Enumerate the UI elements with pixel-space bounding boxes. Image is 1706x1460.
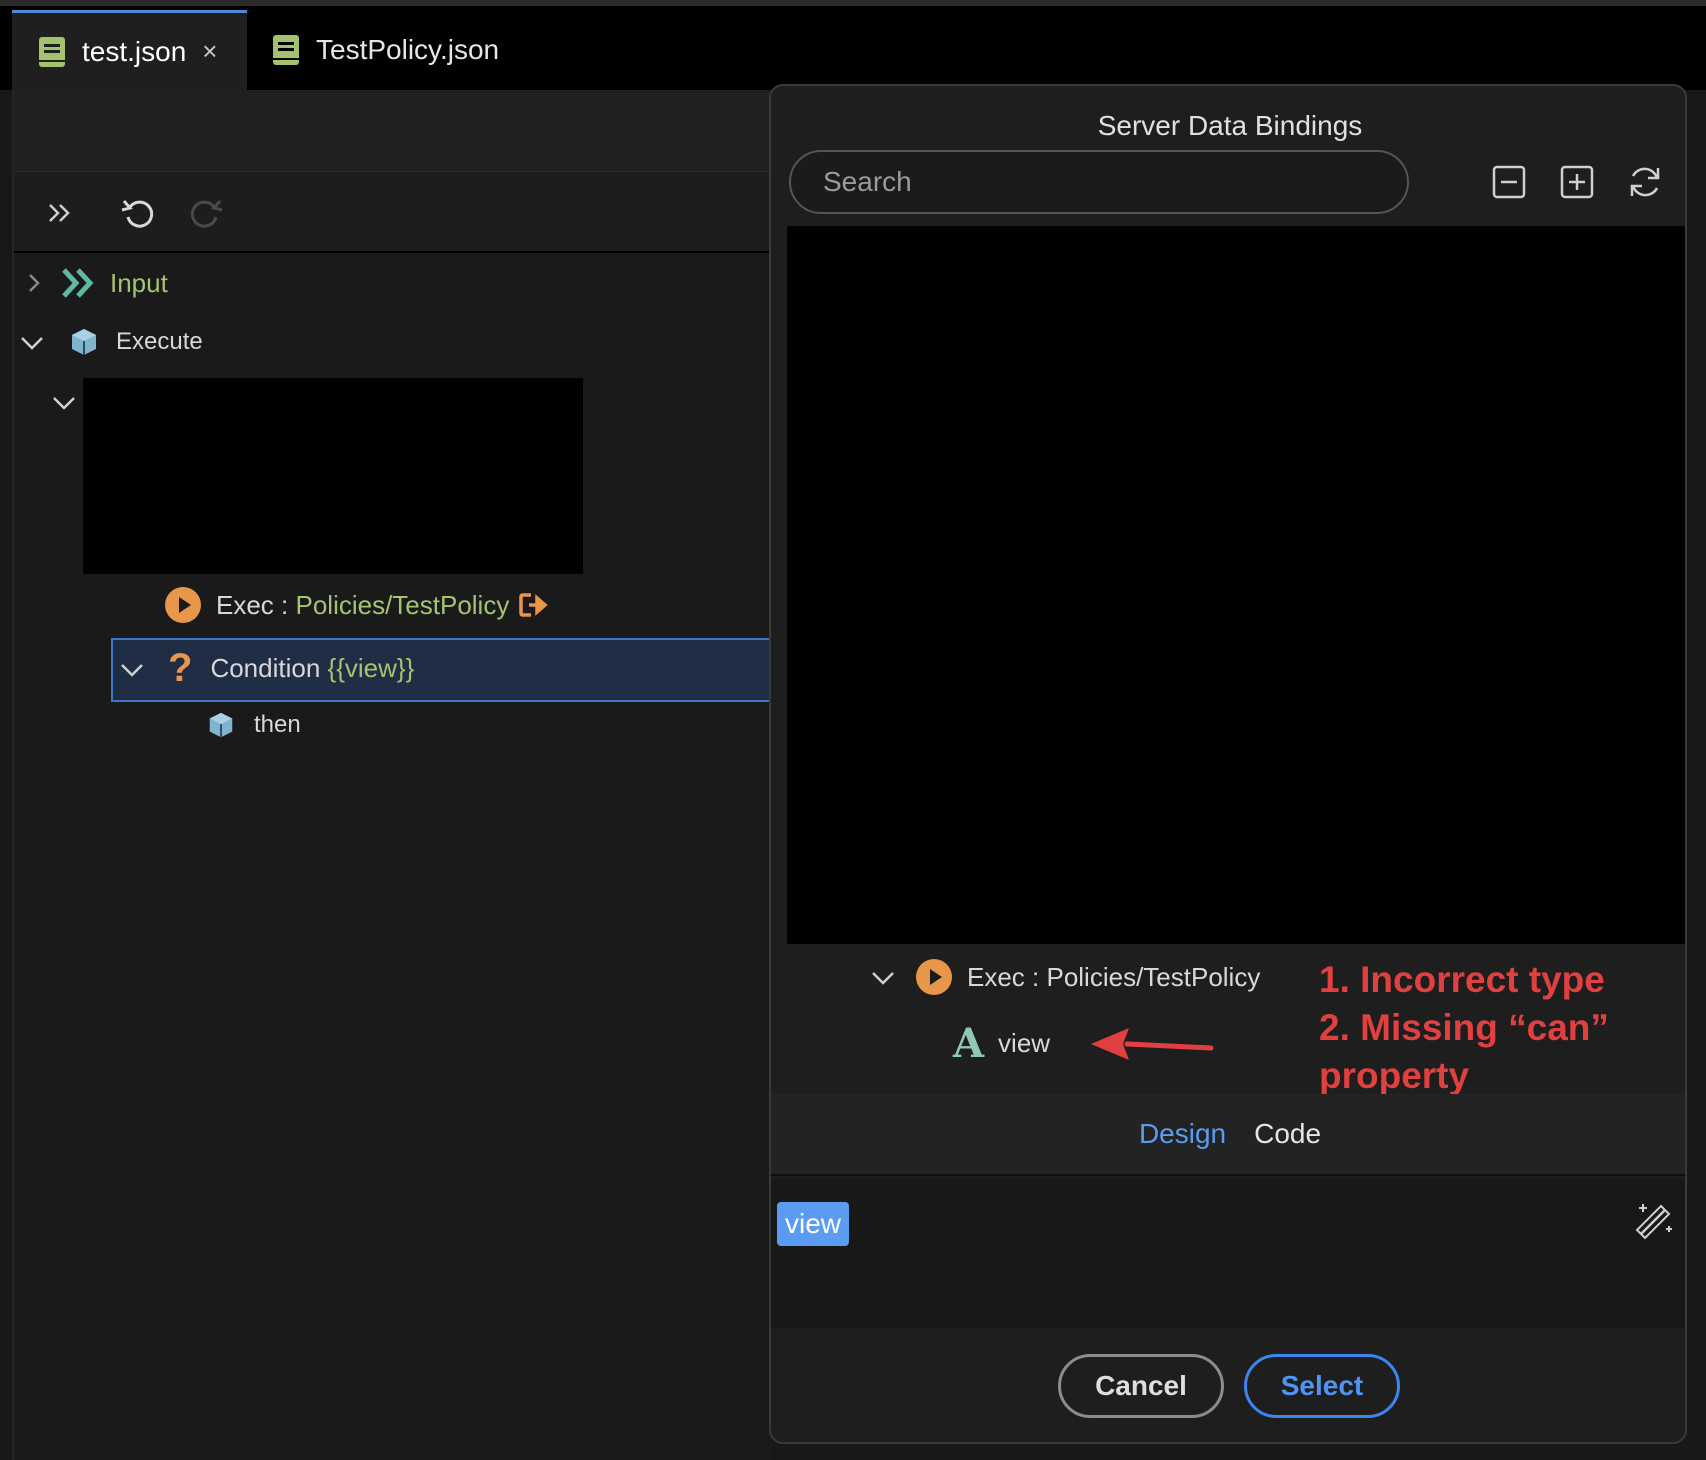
editor-header: [14, 90, 774, 172]
redacted-area: [787, 226, 1685, 944]
dialog-footer: Cancel Select: [771, 1330, 1685, 1442]
annotation-line: 2. Missing “can”: [1319, 1007, 1609, 1048]
binding-node-exec[interactable]: Exec : Policies/TestPolicy: [869, 958, 1260, 996]
annotation-text: 1. Incorrect type 2. Missing “can” prope…: [1319, 956, 1679, 1100]
binding-node-view[interactable]: A view: [953, 1020, 1050, 1067]
question-icon: ?: [168, 646, 193, 690]
chevron-down-icon[interactable]: [18, 328, 46, 356]
binding-chip[interactable]: view: [777, 1202, 850, 1246]
binding-editor[interactable]: view: [771, 1178, 1685, 1328]
collapse-all-icon[interactable]: [1489, 162, 1529, 202]
editor-mode-tabs: Design Code: [771, 1094, 1685, 1176]
expand-all-icon[interactable]: [1557, 162, 1597, 202]
tree-node-label: Input: [110, 267, 168, 298]
file-icon: [39, 36, 65, 67]
string-type-icon: A: [953, 1020, 985, 1067]
chevron-right-icon[interactable]: [20, 269, 48, 297]
condition-value: {{view}}: [327, 653, 415, 683]
cube-icon: [209, 712, 233, 738]
annotation-arrow-icon: [1091, 1028, 1214, 1060]
refresh-icon[interactable]: [1625, 162, 1665, 202]
tab-code[interactable]: Code: [1254, 1118, 1321, 1150]
editor-pane: Input Execute Exec : Policies/TestPolicy: [12, 90, 774, 1460]
redo-icon[interactable]: [186, 193, 226, 233]
select-button[interactable]: Select: [1244, 1354, 1400, 1418]
tree-node-label: Execute: [116, 328, 203, 355]
chevron-down-icon[interactable]: [118, 655, 146, 683]
exec-path[interactable]: Policies/TestPolicy: [295, 590, 509, 621]
close-icon[interactable]: ×: [202, 36, 217, 67]
input-arrows-icon: [62, 268, 94, 298]
search-input[interactable]: [789, 150, 1409, 214]
tree-node-input[interactable]: Input: [20, 266, 168, 300]
binding-node-label: Exec : Policies/TestPolicy: [967, 961, 1261, 992]
play-icon: [165, 587, 201, 623]
tree-node-condition[interactable]: ? Condition {{view}}: [118, 646, 414, 691]
chevron-down-icon[interactable]: [869, 963, 897, 991]
tree-node-exec[interactable]: Exec : Policies/TestPolicy: [164, 586, 549, 624]
binding-node-label: view: [998, 1028, 1051, 1058]
editor-toolbar: [14, 173, 774, 253]
dialog-title: Server Data Bindings: [1097, 110, 1363, 141]
file-icon: [273, 35, 299, 65]
tree-node-then[interactable]: then: [206, 710, 301, 740]
tab-design[interactable]: Design: [1139, 1118, 1226, 1150]
annotation-line: 1. Incorrect type: [1319, 959, 1605, 1000]
magic-wand-icon[interactable]: [1635, 1200, 1675, 1240]
tab-label: test.json: [82, 35, 187, 67]
annotation-line: property: [1319, 1055, 1470, 1096]
tab-label: TestPolicy.json: [316, 34, 500, 65]
expand-panel-icon[interactable]: [40, 193, 80, 233]
external-link-icon[interactable]: [519, 592, 549, 618]
exec-prefix: Exec :: [216, 589, 296, 620]
tab-strip: test.json × TestPolicy.json: [0, 6, 1706, 90]
tab-testpolicy-json[interactable]: TestPolicy.json: [272, 10, 532, 90]
cube-icon: [72, 329, 96, 355]
tree-node-label: then: [254, 711, 301, 738]
tree-node-execute[interactable]: Execute: [18, 326, 203, 358]
server-data-bindings-dialog: Server Data Bindings Exec : Policies/Tes…: [769, 84, 1687, 1444]
undo-icon[interactable]: [118, 193, 158, 233]
condition-label: Condition: [210, 653, 328, 683]
redacted-area: [83, 378, 583, 574]
chevron-down-icon[interactable]: [50, 388, 78, 416]
cancel-button[interactable]: Cancel: [1058, 1354, 1224, 1418]
play-icon: [916, 959, 952, 995]
tab-test-json[interactable]: test.json ×: [12, 10, 247, 90]
